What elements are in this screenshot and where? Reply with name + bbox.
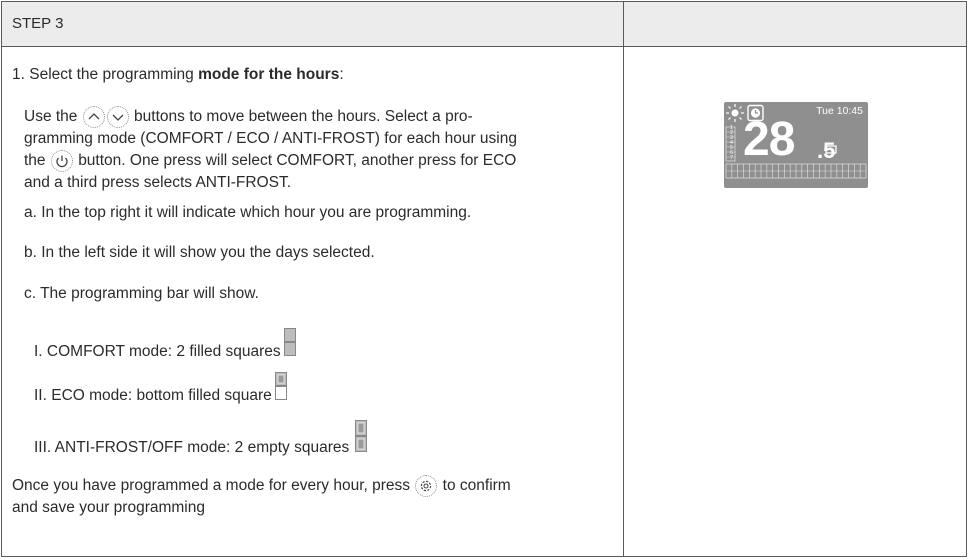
up-arrow-icon	[82, 106, 105, 128]
eco-squares-icon	[274, 372, 287, 407]
use-line-3b: button. One press will select COMFORT, a…	[78, 152, 517, 170]
day-label: 7	[730, 155, 733, 161]
display-time: Tue 10:45	[816, 105, 863, 117]
item-comfort: I. COMFORT mode: 2 filled squares	[34, 328, 296, 363]
use-line-4: and a third press selects ANTI-FROST.	[24, 174, 292, 192]
step-title: STEP 3	[12, 15, 64, 32]
step-heading-bold: mode for the hours	[198, 66, 340, 83]
column-divider	[623, 2, 624, 556]
step-heading-text: 1. Select the programming	[12, 66, 199, 83]
item-c: c. The programming bar will show.	[24, 285, 259, 302]
confirm-paragraph: Once you have programmed a mode for ever…	[12, 475, 618, 519]
item-b: b. In the left side it will show you the…	[24, 244, 375, 261]
sun-icon	[726, 104, 744, 122]
settings-gear-icon	[415, 475, 438, 497]
antifrost-squares-icon	[355, 420, 368, 459]
down-arrow-icon	[106, 106, 129, 128]
power-icon	[50, 150, 73, 173]
confirm-text-2: to confirm	[442, 477, 511, 495]
item-a: a. In the top right it will indicate whi…	[24, 204, 472, 221]
display-temperature: 28	[743, 113, 795, 166]
item-antifrost: III. ANTI-FROST/OFF mode: 2 empty square…	[34, 420, 368, 459]
item-eco: II. ECO mode: bottom filled square	[34, 372, 287, 407]
display-decimal: .5	[817, 138, 836, 163]
use-line-2: gramming mode (COMFORT / ECO / ANTI-FROS…	[24, 130, 517, 148]
comfort-squares-icon	[283, 328, 296, 363]
comfort-text: I. COMFORT mode: 2 filled squares	[34, 343, 281, 360]
confirm-text: Once you have programmed a mode for ever…	[12, 477, 411, 495]
thermostat-display: Tue 10:45 1234567 28 .5	[724, 102, 868, 188]
days-labels: 1234567	[727, 126, 736, 161]
table-header: STEP 3	[2, 2, 966, 47]
step-heading-suffix: :	[339, 66, 344, 83]
confirm-line-2: and save your programming	[12, 499, 205, 517]
antifrost-text: III. ANTI-FROST/OFF mode: 2 empty square…	[34, 439, 350, 456]
step-heading: 1. Select the programming mode for the h…	[12, 64, 344, 86]
instructions-paragraph: Use the buttons to move between the hour…	[24, 106, 616, 194]
eco-text: II. ECO mode: bottom filled square	[34, 387, 272, 404]
instruction-table: STEP 3 1. Select the programming mode fo…	[1, 1, 967, 557]
use-text: Use the	[24, 108, 78, 126]
use-text-continued: buttons to move between the hours. Selec…	[134, 108, 473, 126]
use-line-3a: the	[24, 152, 46, 170]
